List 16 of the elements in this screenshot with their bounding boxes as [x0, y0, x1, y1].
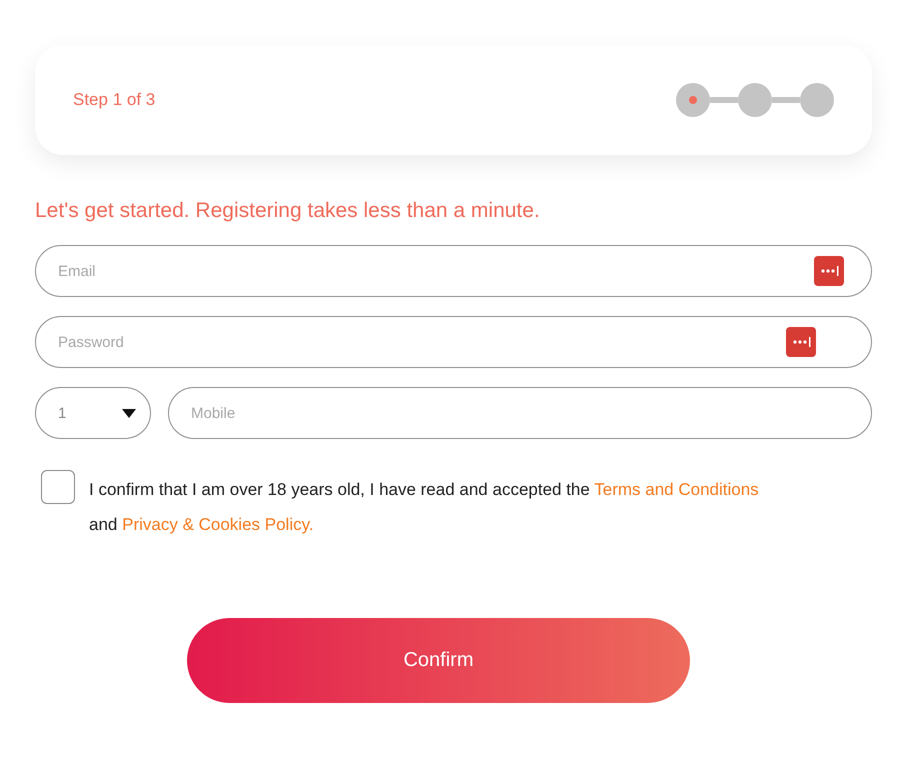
- mobile-field[interactable]: Mobile: [168, 387, 872, 439]
- password-field[interactable]: Password: [35, 316, 872, 368]
- terms-link[interactable]: Terms and Conditions: [594, 480, 759, 499]
- checkbox[interactable]: [41, 470, 75, 504]
- step-label: Step 1 of 3: [73, 90, 156, 110]
- password-key-icon[interactable]: [814, 256, 844, 286]
- password-key-icon[interactable]: [786, 327, 816, 357]
- step-connector: [710, 97, 738, 103]
- confirm-button[interactable]: Confirm: [187, 618, 690, 703]
- country-code-select[interactable]: 1: [35, 387, 151, 439]
- caret-icon: [122, 408, 136, 418]
- step-connector: [772, 97, 800, 103]
- heading: Let's get started. Registering takes less than a minute.: [35, 199, 541, 223]
- email-field[interactable]: Email: [35, 245, 872, 297]
- privacy-link[interactable]: Privacy & Cookies Policy.: [122, 515, 314, 534]
- consent-text: I confirm that I am over 18 years old, I have read and accepted the Terms and Conditions and Privacy & Cookies Policy.: [89, 479, 760, 536]
